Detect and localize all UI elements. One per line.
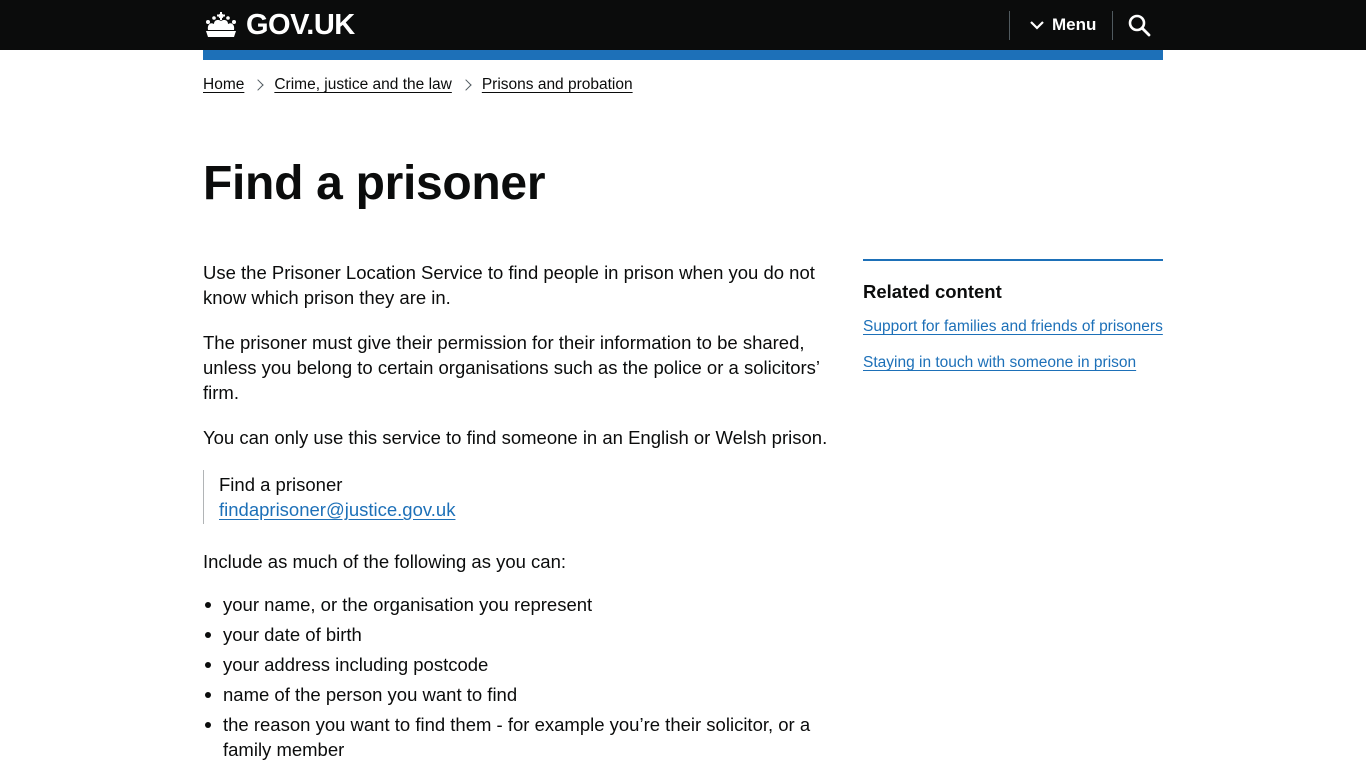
- related-content-title: Related content: [863, 281, 1002, 302]
- crown-icon: [206, 12, 236, 37]
- breadcrumb-prisons-probation[interactable]: Prisons and probation: [482, 76, 633, 94]
- list-item: your address including postcode: [205, 652, 843, 677]
- header-divider: [1009, 11, 1010, 40]
- info-list: your name, or the organisation you repre…: [203, 592, 843, 762]
- breadcrumb: Home Crime, justice and the law Prisons …: [203, 74, 633, 96]
- page-title: Find a prisoner: [203, 157, 546, 210]
- header-divider: [1112, 11, 1113, 40]
- list-item: the reason you want to find them - for e…: [205, 712, 843, 762]
- menu-label: Menu: [1052, 15, 1097, 34]
- chevron-down-icon: [1030, 21, 1044, 30]
- contact-name: Find a prisoner: [219, 474, 343, 495]
- chevron-right-icon: [252, 79, 265, 91]
- menu-button[interactable]: Menu: [1030, 13, 1096, 37]
- breadcrumb-crime-justice[interactable]: Crime, justice and the law: [274, 76, 451, 94]
- contact-email-link[interactable]: findaprisoner@justice.gov.uk: [219, 499, 455, 520]
- site-header: GOV.UK Menu: [0, 0, 1366, 50]
- list-item: name of the person you want to find: [205, 682, 843, 707]
- permission-paragraph: The prisoner must give their permission …: [203, 332, 820, 403]
- list-item: your date of birth: [205, 622, 843, 647]
- header-accent-bar: [203, 50, 1163, 60]
- logo-text: GOV.UK: [246, 9, 355, 41]
- list-item: your name, or the organisation you repre…: [205, 592, 843, 617]
- related-link-support-families[interactable]: Support for families and friends of pris…: [863, 317, 1163, 337]
- intro-paragraph: Use the Prisoner Location Service to fin…: [203, 262, 815, 308]
- govuk-home-link[interactable]: GOV.UK: [203, 9, 355, 41]
- main-content: Use the Prisoner Location Service to fin…: [203, 260, 843, 767]
- related-content: Related content Support for families and…: [863, 259, 1163, 389]
- breadcrumb-home[interactable]: Home: [203, 76, 244, 94]
- list-intro: Include as much of the following as you …: [203, 551, 567, 572]
- search-button[interactable]: [1127, 13, 1151, 37]
- chevron-right-icon: [460, 79, 472, 91]
- related-link-staying-in-touch[interactable]: Staying in touch with someone in prison: [863, 353, 1163, 373]
- contact-block: Find a prisoner findaprisoner@justice.go…: [203, 470, 843, 524]
- service-scope-paragraph: You can only use this service to find so…: [203, 427, 828, 448]
- search-icon: [1128, 14, 1151, 37]
